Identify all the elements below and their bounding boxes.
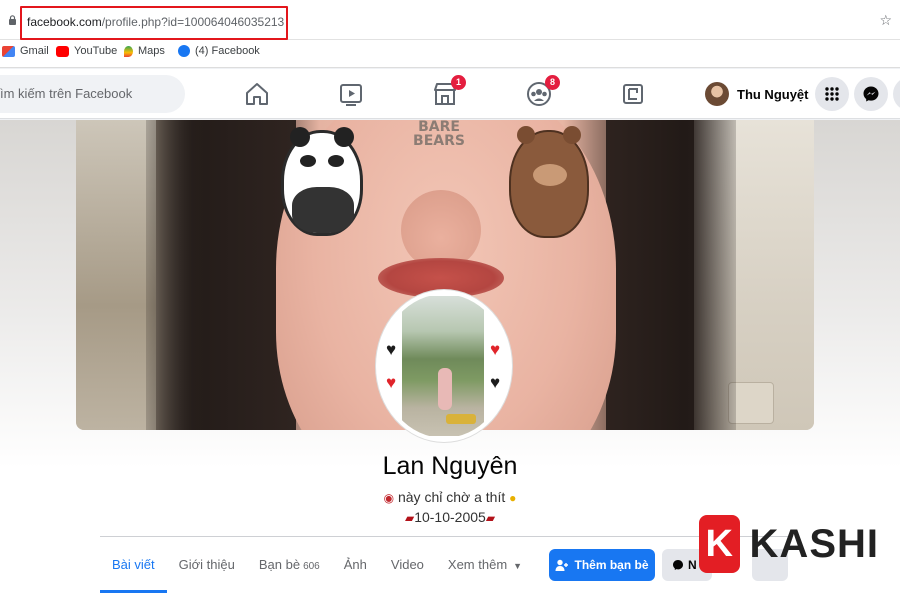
search-placeholder: ìm kiếm trên Facebook xyxy=(0,86,133,101)
user-name: Thu Nguyệt xyxy=(737,86,809,102)
notifications-button[interactable] xyxy=(893,77,900,111)
add-friend-label: Thêm bạn bè xyxy=(574,558,649,572)
tab-more[interactable]: Xem thêm ▼ xyxy=(436,537,534,593)
caret-down-icon: ▼ xyxy=(513,561,523,571)
facebook-top-nav: ìm kiếm trên Facebook 1 8 Thu Nguyệt xyxy=(0,69,900,119)
kashi-watermark-logo: K KASHI xyxy=(699,513,879,575)
tab-label: Bài viết xyxy=(112,557,155,572)
grizzly-muzzle xyxy=(533,164,567,186)
message-label: N xyxy=(688,558,697,572)
url-domain: facebook.com xyxy=(27,15,102,29)
bookmark-label: YouTube xyxy=(74,45,118,57)
home-icon[interactable] xyxy=(242,79,272,109)
profile-bio-line-1: ◉ này chỉ chờ a thít ● xyxy=(0,489,900,505)
friends-count: 606 xyxy=(303,561,320,572)
browser-address-bar: facebook.com/profile.php?id=100064046035… xyxy=(0,0,900,40)
bookmark-youtube[interactable]: YouTube xyxy=(56,45,117,57)
profile-tabs: Bài viết Giới thiệu Bạn bè 606 Ảnh Video … xyxy=(100,537,534,593)
profile-photo-person xyxy=(438,368,452,410)
cover-sticker-text: BARE BEARS xyxy=(413,120,465,149)
panda-ear xyxy=(290,127,310,147)
facebook-icon xyxy=(178,45,190,57)
panda-ear xyxy=(334,127,354,147)
gmail-icon xyxy=(2,45,15,57)
tab-label: Ảnh xyxy=(343,557,367,572)
panda-body xyxy=(292,187,354,233)
search-input[interactable]: ìm kiếm trên Facebook xyxy=(0,75,185,113)
cover-wall-left xyxy=(76,120,156,430)
bookmark-gmail[interactable]: Gmail xyxy=(2,45,49,57)
logo-mark: K xyxy=(699,515,740,573)
bookmark-maps[interactable]: Maps xyxy=(124,45,165,57)
cover-hair-right xyxy=(606,120,736,430)
bookmarks-bar: Gmail YouTube Maps (4) Facebook xyxy=(0,40,900,68)
devil-face-icon: ◉ xyxy=(383,491,395,506)
tab-label: Bạn bè xyxy=(258,557,301,572)
groups-nav[interactable]: 8 xyxy=(524,75,560,109)
grizzly-ear xyxy=(517,126,535,144)
black-heart-icon: ♥ xyxy=(386,340,397,359)
gift-icon: ▰ xyxy=(404,511,415,526)
bio-text: này chỉ chờ a thít xyxy=(397,489,506,505)
messenger-button[interactable] xyxy=(854,77,888,111)
url-field[interactable]: facebook.com/profile.php?id=100064046035… xyxy=(27,15,284,29)
gift-icon: ▰ xyxy=(485,511,496,526)
cover-hair-left xyxy=(146,120,296,430)
profile-photo-image xyxy=(402,296,484,436)
marketplace-nav[interactable]: 1 xyxy=(430,75,466,109)
profile-chip[interactable]: Thu Nguyệt xyxy=(705,78,809,110)
marketplace-badge: 1 xyxy=(451,75,466,90)
tab-posts[interactable]: Bài viết xyxy=(100,537,167,593)
tab-videos[interactable]: Video xyxy=(379,537,436,593)
grid-menu-icon xyxy=(825,87,839,101)
groups-badge: 8 xyxy=(545,75,560,90)
laughing-face-icon: ● xyxy=(509,491,517,506)
tab-photos[interactable]: Ảnh xyxy=(332,537,379,593)
bio-date: 10-10-2005 xyxy=(414,509,486,525)
tab-about[interactable]: Giới thiệu xyxy=(167,537,247,593)
add-friend-button[interactable]: Thêm bạn bè xyxy=(549,549,655,581)
panda-eye xyxy=(328,155,344,167)
bookmark-label: Maps xyxy=(138,45,165,57)
red-heart-icon: ♥ xyxy=(386,373,397,392)
add-person-icon xyxy=(555,559,569,571)
bookmark-label: Gmail xyxy=(20,45,49,57)
profile-name: Lan Nguyên xyxy=(382,452,518,480)
lock-icon xyxy=(9,15,16,25)
tab-label: Video xyxy=(390,557,424,572)
watch-video-icon[interactable] xyxy=(336,79,366,109)
messenger-icon xyxy=(863,86,879,102)
logo-text: KASHI xyxy=(749,521,879,566)
gaming-icon[interactable] xyxy=(618,79,648,109)
panda-eye xyxy=(300,155,316,167)
grizzly-ear xyxy=(563,126,581,144)
youtube-icon xyxy=(56,45,69,57)
url-path: /profile.php?id=100064046035213 xyxy=(101,15,285,29)
menu-button[interactable] xyxy=(815,77,849,111)
maps-icon xyxy=(124,45,133,57)
panda-bear-sticker xyxy=(281,127,363,236)
black-heart-icon: ♥ xyxy=(490,373,501,392)
tab-friends[interactable]: Bạn bè 606 xyxy=(247,537,332,593)
avatar xyxy=(705,82,729,106)
tab-label: Xem thêm xyxy=(447,557,508,572)
bookmark-star-icon[interactable]: ☆ xyxy=(879,12,892,29)
profile-picture[interactable]: ♥ ♥ ♥ ♥ xyxy=(376,290,512,442)
profile-photo-slide xyxy=(446,414,476,424)
messenger-icon xyxy=(673,560,683,570)
bookmark-facebook[interactable]: (4) Facebook xyxy=(178,45,260,57)
grizzly-bear-sticker xyxy=(509,126,589,238)
bookmark-label: (4) Facebook xyxy=(195,45,260,57)
tab-label: Giới thiệu xyxy=(178,557,235,572)
red-heart-icon: ♥ xyxy=(490,340,501,359)
